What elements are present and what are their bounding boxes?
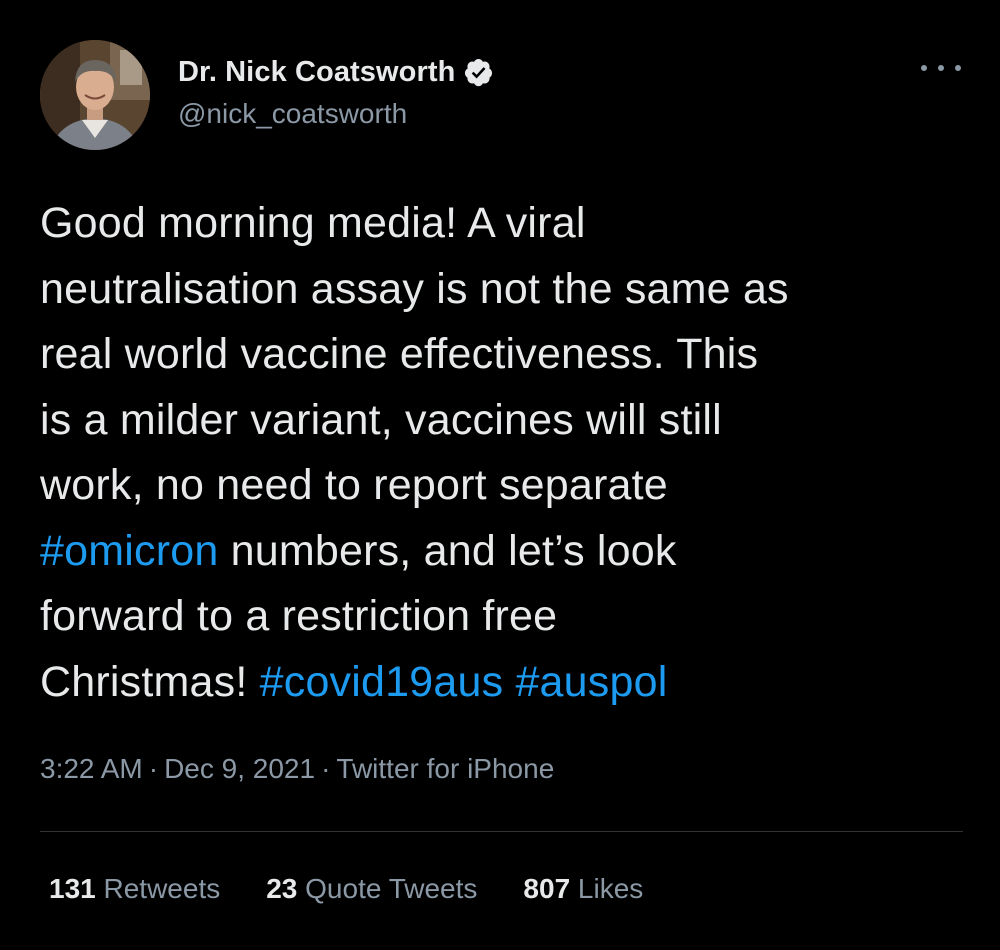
meta-separator: · [321,753,331,784]
retweets-label: Retweets [103,873,221,904]
tweet-text-segment: neutralisation assay is not the same as [40,264,789,313]
tweet-text-line: is a milder variant, vaccines will still [40,388,970,454]
avatar[interactable] [40,40,150,150]
more-dot [938,65,944,71]
tweet-text-segment: Christmas! [40,657,260,706]
tweet-text-line: Good morning media! A viral [40,191,970,257]
verified-badge-icon [463,57,494,88]
tweet-header: Dr. Nick Coatsworth @nick_coatsworth [40,40,965,152]
retweets-stat[interactable]: 131 Retweets [49,873,220,905]
tweet-text-line: Christmas! #covid19aus #auspol [40,650,970,716]
tweet-text-line: neutralisation assay is not the same as [40,257,970,323]
tweet-text-line: forward to a restriction free [40,584,970,650]
author-handle[interactable]: @nick_coatsworth [178,98,494,130]
tweet-text-segment: numbers, and let’s look [218,526,677,575]
hashtag-link[interactable]: #auspol [515,658,667,706]
likes-stat[interactable]: 807 Likes [523,873,643,905]
more-dot [921,65,927,71]
likes-count: 807 [523,873,571,904]
retweets-count: 131 [49,873,96,904]
tweet-meta: 3:22 AM · Dec 9, 2021 · Twitter for iPhone [40,753,554,785]
quotes-count: 23 [266,873,298,904]
tweet-text-line: #omicron numbers, and let’s look [40,519,970,585]
quote-tweets-stat[interactable]: 23 Quote Tweets [266,873,477,905]
engagement-stats: 131 Retweets 23 Quote Tweets 807 Likes [49,873,643,905]
tweet-detail: Dr. Nick Coatsworth @nick_coatsworth Goo… [0,0,1000,950]
divider [40,831,963,832]
tweet-text-segment: is a milder variant, vaccines will still [40,395,722,444]
profile-photo-icon [40,40,150,150]
hashtag-link[interactable]: #covid19aus [260,658,504,706]
hashtag-link[interactable]: #omicron [40,527,218,575]
likes-label: Likes [577,873,644,904]
tweet-text-segment: work, no need to report separate [40,461,668,509]
display-name-row: Dr. Nick Coatsworth [178,54,494,90]
quotes-label: Quote Tweets [305,873,478,904]
tweet-text: Good morning media! A viral neutralisatio… [40,191,970,715]
tweet-text-segment [503,658,515,706]
display-name[interactable]: Dr. Nick Coatsworth [178,56,455,89]
tweet-text-segment: Good morning media! A viral [40,199,586,247]
tweet-source[interactable]: Twitter for iPhone [336,753,554,784]
tweet-text-line: work, no need to report separate [40,453,970,519]
author-block: Dr. Nick Coatsworth @nick_coatsworth [178,54,494,130]
more-dot [955,65,961,71]
more-options-icon[interactable] [921,58,961,78]
tweet-time[interactable]: 3:22 AM [40,753,143,784]
tweet-text-line: real world vaccine effectiveness. This [40,322,970,388]
tweet-text-segment: forward to a restriction free [40,592,558,640]
meta-separator: · [148,753,159,784]
tweet-date[interactable]: Dec 9, 2021 [164,753,315,784]
tweet-text-segment: real world vaccine effectiveness. This [40,330,759,378]
